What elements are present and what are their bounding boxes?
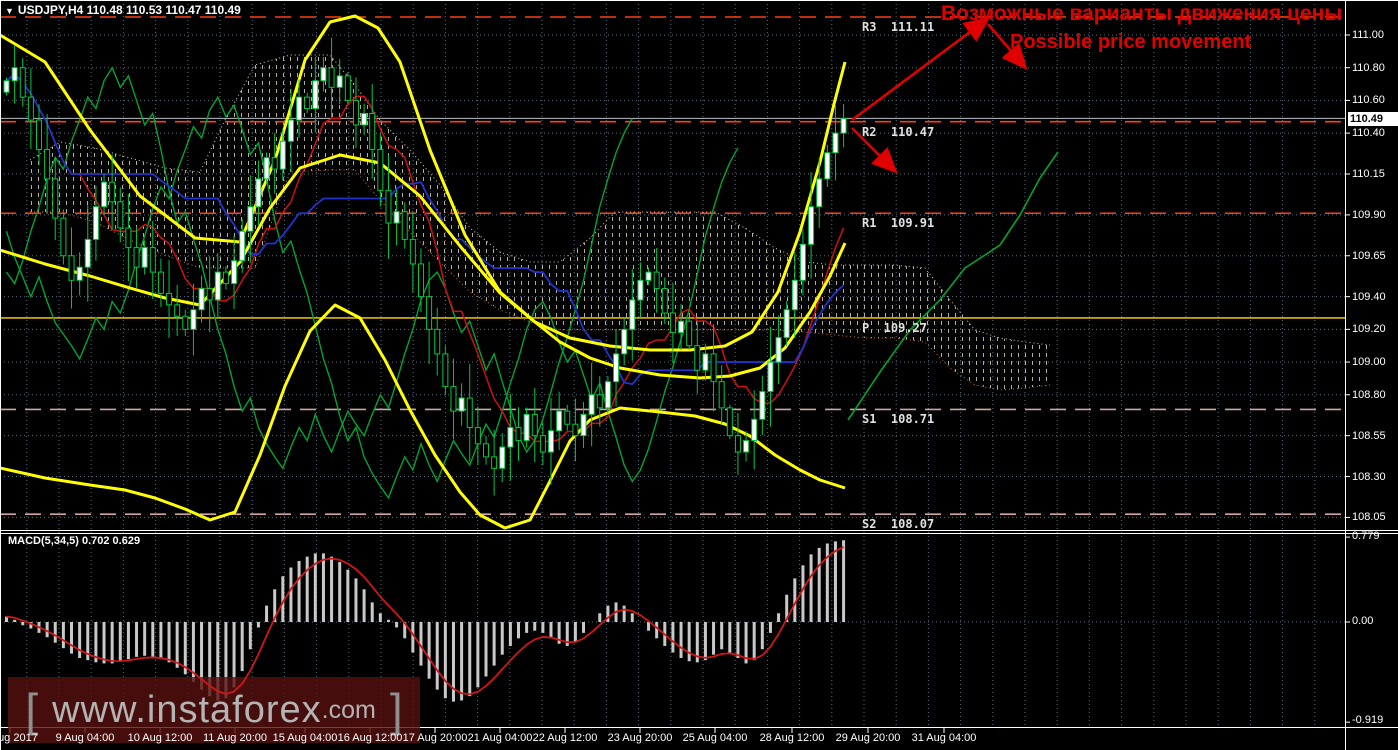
price-axis-label: 109.20	[1352, 323, 1386, 336]
time-axis-label: 7 Aug 2017	[0, 732, 38, 744]
price-axis-label: 109.00	[1352, 356, 1386, 369]
symbol-quote: 110.48 110.53 110.47 110.49	[86, 3, 241, 17]
chart-canvas[interactable]	[0, 0, 1398, 750]
time-axis-label: 21 Aug 04:00	[467, 732, 533, 744]
macd-scale-bottom: -0.919	[1352, 714, 1384, 726]
time-axis-label: 25 Aug 04:00	[682, 732, 748, 744]
time-axis-label: 9 Aug 04:00	[55, 732, 115, 744]
price-axis-label: 109.90	[1352, 208, 1386, 221]
time-axis-label: 23 Aug 20:00	[607, 732, 673, 744]
grid	[0, 0, 1345, 727]
watermark-close-bracket: ]	[389, 684, 403, 736]
symbol-name: USDJPY,H4	[17, 3, 84, 17]
watermark-open-bracket: [	[25, 684, 39, 736]
time-axis-label: 16 Aug 12:00	[337, 732, 403, 744]
time-axis-label: 31 Aug 04:00	[911, 732, 977, 744]
pivot-level-label: R3 111.11	[862, 20, 935, 34]
time-axis-label: 17 Aug 20:00	[402, 732, 468, 744]
time-axis-label: 11 Aug 20:00	[202, 732, 268, 744]
pivot-level-label: R2 110.47	[862, 124, 935, 139]
pivot-level-label: P 109.27	[862, 320, 928, 335]
watermark-suffix-text: .com	[321, 695, 376, 724]
watermark-site-text: www.instaforex	[52, 688, 322, 731]
price-axis-label: 109.40	[1352, 290, 1386, 303]
time-axis-label: 28 Aug 12:00	[759, 732, 825, 744]
price-axis-label: 110.60	[1352, 94, 1385, 107]
time-axis-label: 22 Aug 12:00	[532, 732, 598, 744]
price-axis-label: 108.55	[1352, 429, 1386, 442]
macd-indicator-label: MACD(5,34,5) 0.702 0.629	[8, 535, 141, 547]
price-axis-label: 110.80	[1352, 61, 1385, 74]
price-axis-label: 108.30	[1352, 470, 1386, 483]
price-axis-label: 109.65	[1352, 249, 1386, 262]
time-axis-label: 29 Aug 20:00	[835, 732, 901, 744]
trading-chart-window: [ www.instaforex .com ] ▼ USDJPY,H4 110.4…	[0, 0, 1398, 750]
price-axis-label: 108.80	[1352, 388, 1386, 401]
price-axis-label: 108.05	[1352, 511, 1386, 524]
symbol-title: ▼ USDJPY,H4 110.48 110.53 110.47 110.49	[5, 3, 241, 17]
current-price-badge: 110.49	[1348, 112, 1398, 126]
time-axis-label: 15 Aug 04:00	[272, 732, 338, 744]
price-axis-label: 111.00	[1352, 28, 1385, 41]
pivot-level-label: S2 108.07	[862, 517, 935, 532]
macd-scale-zero: 0.00	[1352, 615, 1374, 627]
price-axis-label: 110.40	[1352, 127, 1385, 140]
chart-symbol-icon: ▼	[5, 6, 14, 16]
time-axis-label: 10 Aug 12:00	[127, 732, 193, 744]
annotation-russian: Возможные варианты движения цены	[941, 2, 1343, 25]
pivot-level-label: R1 109.91	[862, 216, 935, 231]
pivot-level-label: S1 108.71	[862, 412, 935, 427]
price-axis-label: 110.15	[1352, 167, 1385, 180]
annotation-english: Possible price movement	[1010, 31, 1252, 53]
macd-scale-top: 0.779	[1352, 530, 1380, 542]
